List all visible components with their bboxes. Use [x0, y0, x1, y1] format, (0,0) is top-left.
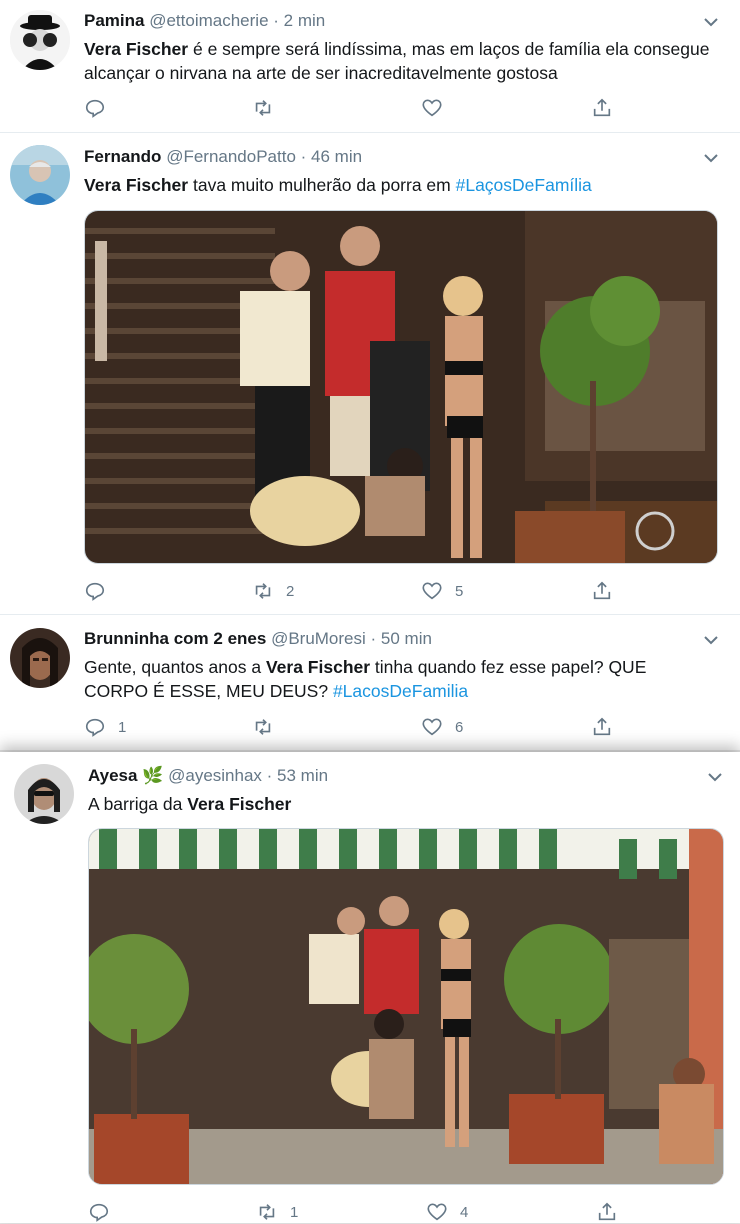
hashtag-link[interactable]: #LacosDeFamilia — [333, 681, 468, 701]
retweet-button[interactable]: 1 — [256, 1200, 298, 1224]
like-count: 5 — [455, 582, 464, 600]
tweet-photo[interactable] — [84, 210, 718, 564]
like-count: 6 — [455, 718, 464, 736]
reply-icon — [85, 99, 105, 118]
user-handle[interactable]: @BruMoresi — [271, 629, 366, 648]
reply-button[interactable] — [88, 1200, 122, 1224]
chevron-down-icon[interactable] — [704, 17, 718, 27]
retweet-icon — [255, 583, 271, 599]
reply-button[interactable] — [84, 579, 118, 603]
like-icon — [427, 1203, 447, 1221]
tweet-fernando[interactable]: Fernando @FernandoPatto · 46 min Vera Fi… — [0, 133, 740, 615]
timestamp[interactable]: · 46 min — [301, 147, 362, 166]
like-button[interactable]: 4 — [426, 1200, 468, 1224]
tweet-text: Vera Fischer tava muito mulherão da porr… — [84, 175, 592, 195]
chevron-down-icon[interactable] — [704, 153, 718, 163]
share-icon — [593, 717, 611, 736]
tweet-text: Gente, quantos anos a Vera Fischer tinha… — [84, 657, 647, 701]
user-handle[interactable]: @ayesinhax — [168, 766, 262, 785]
display-name[interactable]: Fernando — [84, 147, 161, 166]
reply-icon — [89, 1203, 109, 1222]
retweet-button[interactable] — [252, 96, 286, 120]
timeline-bottom-card: Ayesa 🌿 @ayesinhax · 53 min A barriga da… — [0, 752, 740, 1223]
share-button[interactable] — [591, 579, 613, 603]
reply-count: 1 — [118, 718, 127, 736]
display-name[interactable]: Ayesa — [88, 766, 137, 785]
share-icon — [593, 581, 611, 600]
share-button[interactable] — [596, 1200, 618, 1224]
tweet-pamina[interactable]: Pamina @ettoimacherie · 2 min Vera Fisch… — [0, 0, 740, 133]
timestamp[interactable]: · 2 min — [273, 11, 325, 30]
tweet-actions: 1 6 — [84, 715, 624, 739]
share-icon — [598, 1202, 616, 1221]
retweet-count: 2 — [286, 582, 295, 600]
user-handle[interactable]: @FernandoPatto — [166, 147, 296, 166]
user-handle[interactable]: @ettoimacherie — [149, 11, 268, 30]
tweet-header: Fernando @FernandoPatto · 46 min — [84, 147, 362, 167]
like-button[interactable]: 6 — [421, 715, 463, 739]
tweet-header: Pamina @ettoimacherie · 2 min — [84, 11, 325, 31]
name-emoji: 🌿 — [142, 766, 164, 785]
display-name[interactable]: Brunninha com 2 enes — [84, 629, 266, 648]
chevron-down-icon[interactable] — [704, 635, 718, 645]
like-icon — [422, 582, 442, 600]
retweet-icon — [259, 1204, 275, 1220]
like-button[interactable]: 5 — [421, 579, 463, 603]
like-count: 4 — [460, 1203, 469, 1221]
reply-icon — [85, 582, 105, 601]
retweet-button[interactable]: 2 — [252, 579, 294, 603]
avatar[interactable] — [10, 10, 70, 70]
display-name[interactable]: Pamina — [84, 11, 144, 30]
tweet-header: Ayesa 🌿 @ayesinhax · 53 min — [88, 766, 328, 786]
reply-icon — [85, 718, 105, 737]
tweet-brunninha[interactable]: Brunninha com 2 enes @BruMoresi · 50 min… — [0, 615, 740, 750]
chevron-down-icon[interactable] — [708, 772, 722, 782]
retweet-count: 1 — [290, 1203, 299, 1221]
share-button[interactable] — [591, 715, 613, 739]
hashtag-link[interactable]: #LaçosDeFamília — [456, 175, 592, 195]
reply-button[interactable] — [84, 96, 118, 120]
avatar[interactable] — [14, 764, 74, 824]
timestamp[interactable]: · 50 min — [371, 629, 432, 648]
tweet-photo[interactable] — [88, 828, 724, 1185]
reply-button[interactable]: 1 — [84, 715, 126, 739]
avatar[interactable] — [10, 628, 70, 688]
tweet-text: A barriga da Vera Fischer — [88, 794, 292, 814]
like-icon — [422, 718, 442, 736]
tweet-actions — [84, 96, 624, 120]
tweet-ayesa[interactable]: Ayesa 🌿 @ayesinhax · 53 min A barriga da… — [0, 752, 740, 1223]
retweet-icon — [255, 100, 271, 116]
like-button[interactable] — [421, 96, 455, 120]
timeline-top-card: Pamina @ettoimacherie · 2 min Vera Fisch… — [0, 0, 740, 750]
share-button[interactable] — [591, 96, 613, 120]
tweet-actions: 2 5 — [84, 579, 624, 603]
timestamp[interactable]: · 53 min — [267, 766, 328, 785]
retweet-icon — [255, 719, 271, 735]
tweet-header: Brunninha com 2 enes @BruMoresi · 50 min — [84, 629, 432, 649]
tweet-text: Vera Fischer é e sempre será lindíssima,… — [84, 39, 710, 83]
like-icon — [422, 99, 442, 117]
tweet-actions: 1 4 — [88, 1200, 628, 1224]
retweet-button[interactable] — [252, 715, 286, 739]
avatar[interactable] — [10, 145, 70, 205]
share-icon — [593, 98, 611, 117]
